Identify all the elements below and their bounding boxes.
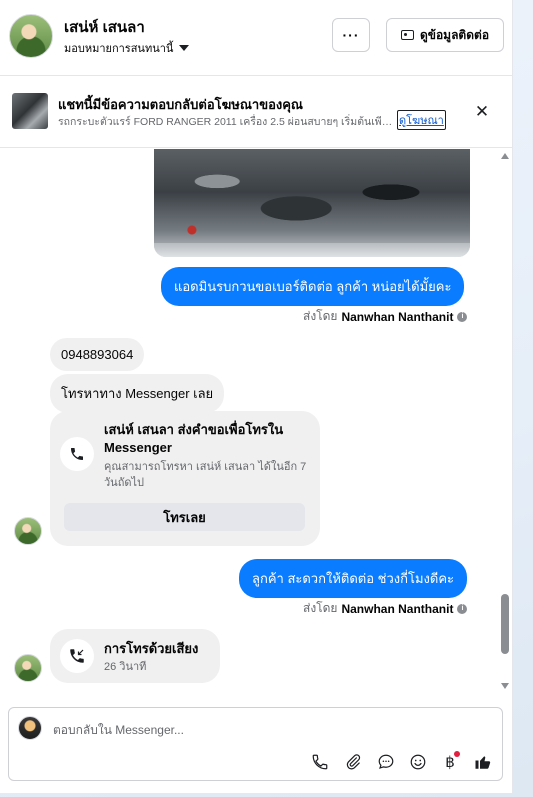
- contact-card-icon: [400, 30, 414, 40]
- info-icon[interactable]: i: [457, 603, 468, 614]
- scroll-up-arrow-icon[interactable]: [501, 153, 509, 159]
- emoji-icon[interactable]: [407, 751, 429, 773]
- ad-banner-description: รถกระบะตัวแรร์ FORD RANGER 2011 เครื่อง …: [58, 116, 396, 128]
- sender-name: Nanwhan Nanthanit: [341, 309, 454, 324]
- reply-composer: ฿: [8, 707, 503, 781]
- voice-call-card[interactable]: การโทรด้วยเสียง 26 วินาที: [50, 629, 220, 683]
- ad-reply-banner: แชทนี้มีข้อความตอบกลับต่อโฆษณาของคุณ รถก…: [0, 76, 513, 148]
- sent-by-label: ส่งโดย Nanwhan Nanthanit i: [303, 599, 468, 618]
- voice-call-title: การโทรด้วยเสียง: [104, 641, 199, 656]
- baht-icon[interactable]: ฿: [439, 751, 461, 773]
- incoming-message[interactable]: 0948893064: [50, 338, 145, 371]
- contact-name[interactable]: เสน่ห์ เสนลา: [64, 15, 145, 39]
- outgoing-message[interactable]: ลูกค้า สะดวกให้ติดต่อ ช่วงกี่โมงดีคะ: [239, 559, 468, 598]
- page-avatar: [18, 716, 42, 740]
- incoming-message[interactable]: โทรหาทาง Messenger เลย: [50, 374, 225, 413]
- thumbs-up-icon[interactable]: [472, 751, 494, 773]
- contact-avatar[interactable]: [9, 14, 53, 58]
- ad-banner-title: แชทนี้มีข้อความตอบกลับต่อโฆษณาของคุณ: [58, 97, 303, 112]
- conversation-panel: เสน่ห์ เสนลา มอบหมายการสนทนานี้ ··· ดูข้…: [0, 0, 513, 793]
- close-icon[interactable]: ✕: [473, 102, 491, 121]
- reply-input[interactable]: [53, 721, 473, 739]
- scroll-thumb[interactable]: [501, 594, 509, 654]
- contact-avatar-small[interactable]: [14, 517, 42, 545]
- scroll-down-arrow-icon[interactable]: [501, 683, 509, 689]
- thread-scrollbar[interactable]: [498, 149, 512, 695]
- outgoing-message[interactable]: แอดมินรบกวนขอเบอร์ติดต่อ ลูกค้า หน่อยได้…: [161, 267, 465, 306]
- assign-label: มอบหมายการสนทนานี้: [64, 43, 174, 55]
- view-ad-link[interactable]: ดูโฆษณา: [397, 110, 446, 130]
- chat-bubble-icon[interactable]: [375, 751, 397, 773]
- message-thread: แอดมินรบกวนขอเบอร์ติดต่อ ลูกค้า หน่อยได้…: [0, 149, 513, 695]
- missed-call-icon: [60, 639, 94, 673]
- more-options-button[interactable]: ···: [332, 18, 370, 52]
- call-request-card: เสน่ห์ เสนลา ส่งคำขอเพื่อโทรใน Messenger…: [50, 411, 320, 546]
- notification-dot: [454, 751, 460, 757]
- phone-icon: [60, 437, 94, 471]
- call-now-button[interactable]: โทรเลย: [64, 503, 305, 531]
- paperclip-icon[interactable]: [342, 751, 364, 773]
- sender-name: Nanwhan Nanthanit: [341, 601, 454, 616]
- caret-down-icon: [179, 45, 190, 51]
- phone-icon[interactable]: [309, 751, 331, 773]
- voice-call-duration: 26 วินาที: [104, 661, 147, 673]
- conversation-header: เสน่ห์ เสนลา มอบหมายการสนทนานี้ ··· ดูข้…: [0, 0, 513, 76]
- ad-thumbnail: [12, 93, 48, 129]
- info-icon[interactable]: i: [457, 311, 468, 322]
- call-request-title: เสน่ห์ เสนลา ส่งคำขอเพื่อโทรใน Messenger: [104, 422, 284, 455]
- assign-conversation-dropdown[interactable]: มอบหมายการสนทนานี้: [64, 39, 190, 57]
- view-contact-info-label: ดูข้อมูลติดต่อ: [419, 27, 490, 42]
- view-contact-info-button[interactable]: ดูข้อมูลติดต่อ: [386, 18, 504, 52]
- engine-photo-attachment[interactable]: [154, 149, 470, 257]
- sent-by-label: ส่งโดย Nanwhan Nanthanit i: [303, 307, 468, 326]
- contact-avatar-small[interactable]: [14, 654, 42, 682]
- call-request-subtitle: คุณสามารถโทรหา เสน่ห์ เสนลา ได้ในอีก 7 ว…: [104, 461, 307, 489]
